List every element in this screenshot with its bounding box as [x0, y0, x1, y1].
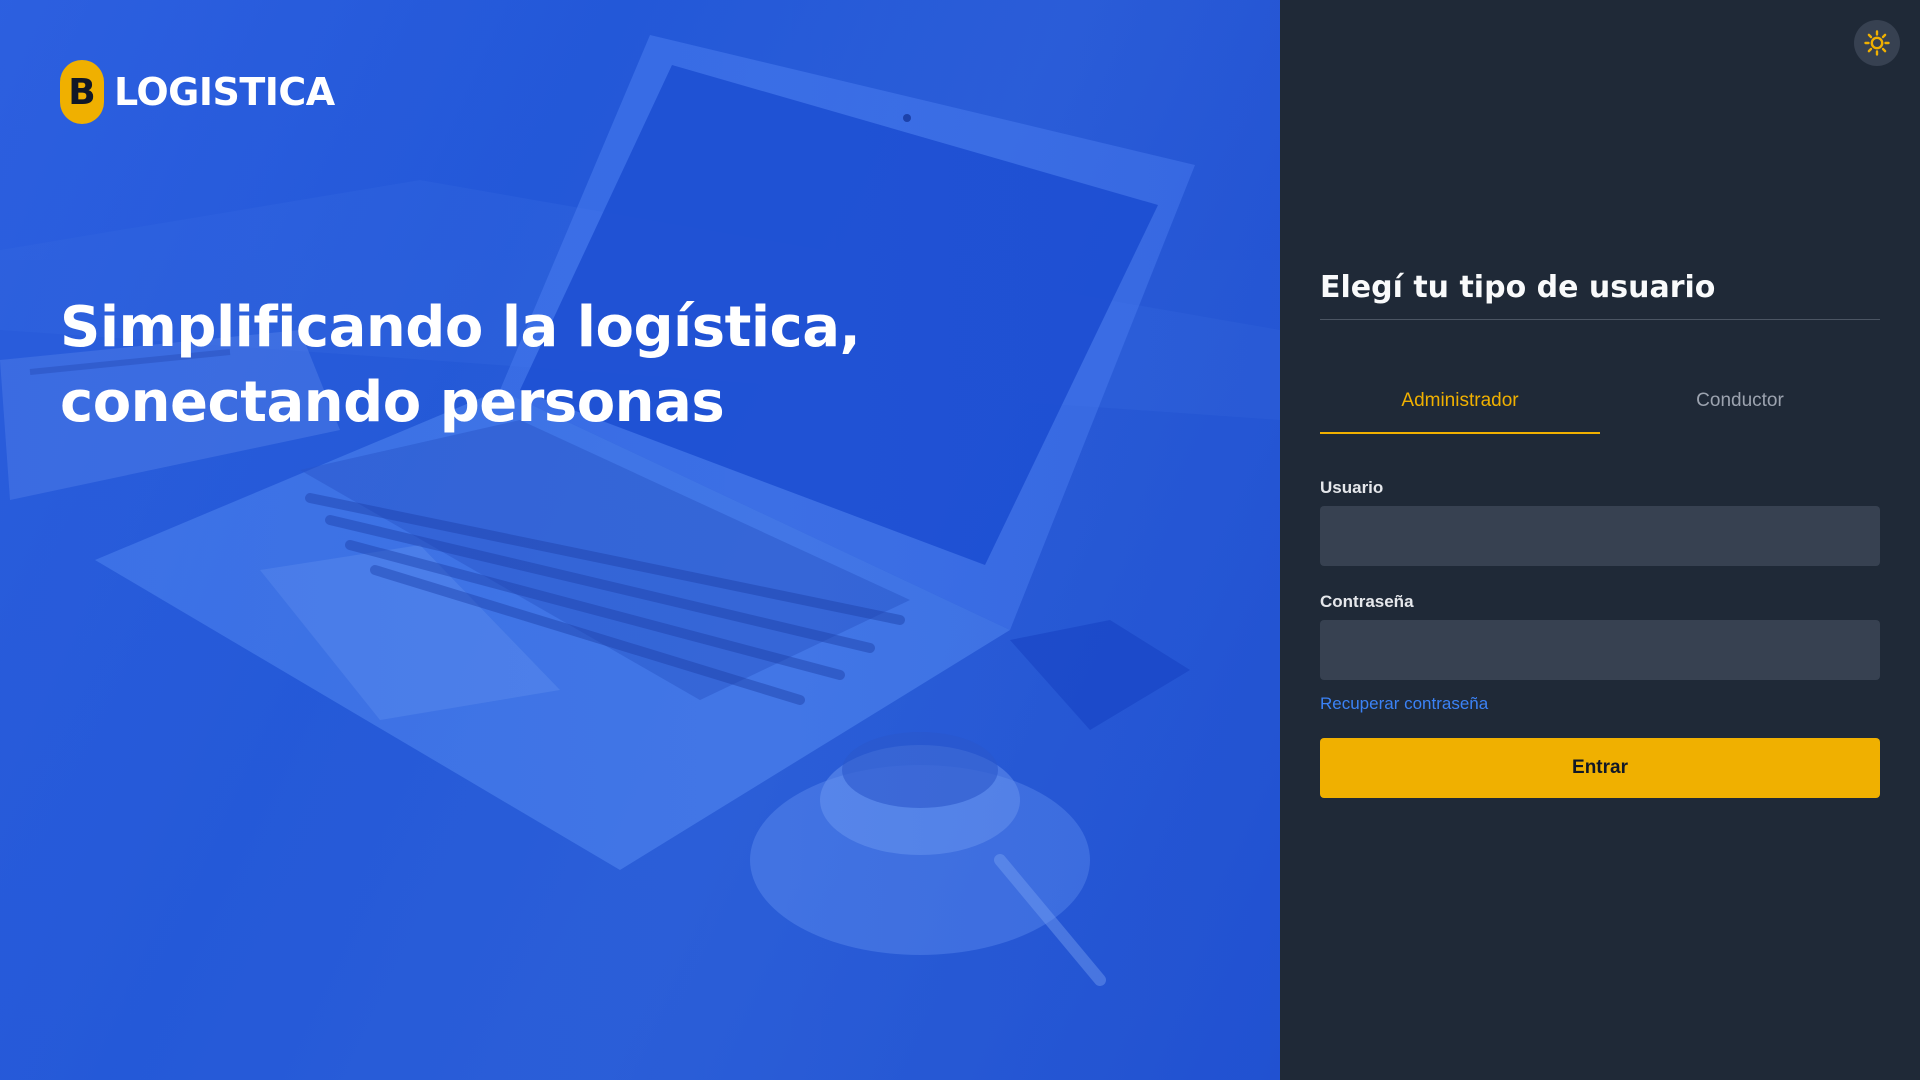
hero-headline-line1: Simplificando la logística,: [60, 295, 861, 360]
hero-panel: B LOGISTICA Simplificando la logística, …: [0, 0, 1280, 1080]
brand-logo: B LOGISTICA: [60, 60, 335, 124]
password-input[interactable]: [1320, 620, 1880, 680]
login-page: B LOGISTICA Simplificando la logística, …: [0, 0, 1920, 1080]
brand-badge: B: [60, 60, 104, 124]
recover-password-link[interactable]: Recuperar contraseña: [1320, 694, 1488, 714]
login-panel: Elegí tu tipo de usuario Administrador C…: [1280, 0, 1920, 1080]
hero-overlay: [0, 0, 1280, 1080]
login-form: Elegí tu tipo de usuario Administrador C…: [1320, 270, 1880, 798]
submit-button[interactable]: Entrar: [1320, 738, 1880, 798]
tab-conductor[interactable]: Conductor: [1600, 390, 1880, 434]
sun-icon: [1864, 30, 1890, 56]
theme-toggle-button[interactable]: [1854, 20, 1900, 66]
login-title: Elegí tu tipo de usuario: [1320, 270, 1880, 320]
hero-headline: Simplificando la logística, conectando p…: [60, 290, 960, 440]
username-label: Usuario: [1320, 478, 1384, 497]
password-label: Contraseña: [1320, 592, 1414, 611]
username-input[interactable]: [1320, 506, 1880, 566]
password-group: Contraseña: [1320, 592, 1880, 680]
user-type-tabs: Administrador Conductor: [1320, 390, 1880, 434]
tab-administrador[interactable]: Administrador: [1320, 390, 1600, 434]
brand-name: LOGISTICA: [114, 70, 335, 114]
hero-headline-line2: conectando personas: [60, 370, 725, 435]
username-group: Usuario: [1320, 478, 1880, 566]
